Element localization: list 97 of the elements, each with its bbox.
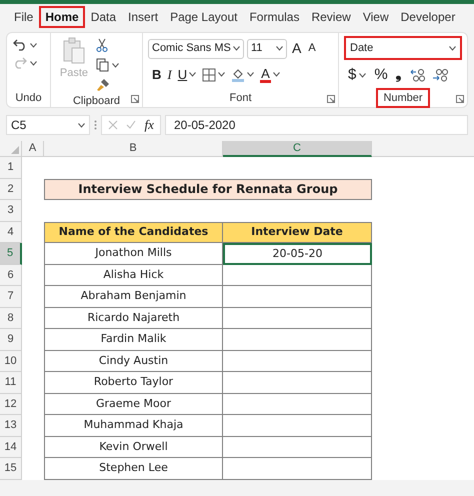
table-cell: Jonathon Mills xyxy=(44,243,223,264)
table-cell: Kevin Orwell xyxy=(44,436,223,458)
undo-icon[interactable] xyxy=(13,39,27,51)
table-cell: Stephen Lee xyxy=(44,458,223,480)
font-color-button[interactable]: A xyxy=(260,66,271,83)
currency-button[interactable]: $ xyxy=(348,64,356,86)
caret-icon xyxy=(218,72,226,78)
caret-icon xyxy=(359,72,366,78)
caret-icon xyxy=(189,72,196,78)
header-cell: Interview Date xyxy=(223,222,372,243)
table-cell[interactable] xyxy=(223,308,372,329)
copy-icon[interactable] xyxy=(96,58,109,72)
comma-style-button[interactable]: ❟ xyxy=(396,64,402,86)
caret-icon xyxy=(272,72,280,78)
row-header[interactable]: 12 xyxy=(0,394,22,415)
italic-button[interactable]: I xyxy=(167,65,172,84)
group-label: Clipboard xyxy=(72,94,122,109)
row-header[interactable]: 13 xyxy=(0,415,22,436)
scissors-icon[interactable] xyxy=(96,38,108,52)
caret-icon xyxy=(449,46,456,50)
table-cell: Abraham Benjamin xyxy=(44,286,223,308)
ribbon-tab[interactable]: Data xyxy=(84,6,122,28)
underline-button[interactable]: U xyxy=(178,65,188,84)
ribbon-tab[interactable]: Developer xyxy=(394,6,462,28)
ribbon-tab[interactable]: View xyxy=(356,6,395,28)
column-header[interactable]: C xyxy=(223,141,372,157)
paintbrush-icon[interactable] xyxy=(96,78,110,92)
caret-icon xyxy=(112,62,119,68)
row-header[interactable]: 8 xyxy=(0,308,22,329)
table-cell[interactable] xyxy=(223,415,372,436)
caret-icon xyxy=(247,72,254,78)
table-cell[interactable] xyxy=(223,350,372,372)
bold-button[interactable]: B xyxy=(152,65,162,84)
dialog-launcher-icon[interactable] xyxy=(327,95,335,103)
number-format-field[interactable]: Date xyxy=(344,36,462,60)
name-box[interactable]: C5 xyxy=(6,115,90,135)
percent-button[interactable]: % xyxy=(374,64,388,86)
table-cell[interactable]: 20-05-20 xyxy=(223,243,372,264)
row-header[interactable]: 4 xyxy=(0,222,22,243)
grow-font-button[interactable]: A xyxy=(290,38,304,59)
clipboard-icon xyxy=(62,37,86,65)
ribbon-tab[interactable]: Formulas xyxy=(243,6,306,28)
table-cell: Fardin Malik xyxy=(44,329,223,350)
decrease-decimal-icon[interactable] xyxy=(432,68,448,82)
table-cell[interactable] xyxy=(223,436,372,458)
font-size-field[interactable]: 11 xyxy=(247,38,287,58)
table-cell[interactable] xyxy=(223,286,372,308)
insert-function-button[interactable]: fx xyxy=(144,115,154,135)
table-cell[interactable] xyxy=(223,458,372,480)
caret-icon xyxy=(30,60,37,66)
table-cell: Ricardo Najareth xyxy=(44,308,223,329)
row-header[interactable]: 15 xyxy=(0,458,22,480)
table-cell: Graeme Moor xyxy=(44,394,223,415)
table-cell: Roberto Taylor xyxy=(44,372,223,394)
check-icon[interactable] xyxy=(126,120,136,130)
dialog-launcher-icon[interactable] xyxy=(131,95,139,103)
shrink-font-button[interactable]: A xyxy=(306,40,318,57)
row-header[interactable]: 7 xyxy=(0,286,22,308)
column-header[interactable]: B xyxy=(44,141,223,157)
ribbon-tab[interactable]: Page Layout xyxy=(164,6,244,28)
dialog-launcher-icon[interactable] xyxy=(456,95,464,103)
ribbon-tab[interactable]: Review xyxy=(305,6,357,28)
row-header[interactable]: 14 xyxy=(0,436,22,458)
caret-icon xyxy=(30,42,37,48)
fill-bucket-icon[interactable] xyxy=(231,68,246,82)
group-label: Number xyxy=(376,88,430,108)
title-cell: Interview Schedule for Rennata Group xyxy=(44,178,372,200)
caret-icon xyxy=(276,46,283,51)
table-cell[interactable] xyxy=(223,264,372,286)
row-header[interactable]: 6 xyxy=(0,264,22,286)
formula-input[interactable]: 20-05-2020 xyxy=(165,115,468,135)
row-header[interactable]: 2 xyxy=(0,178,22,200)
header-cell: Name of the Candidates xyxy=(44,222,223,243)
row-header[interactable]: 10 xyxy=(0,350,22,372)
table-cell: Muhammad Khaja xyxy=(44,415,223,436)
table-cell[interactable] xyxy=(223,394,372,415)
row-header[interactable]: 5 xyxy=(0,243,22,264)
ribbon-tab[interactable]: File xyxy=(8,6,40,28)
caret-icon xyxy=(233,46,240,51)
column-header[interactable]: A xyxy=(22,141,44,157)
table-cell: Alisha Hick xyxy=(44,264,223,286)
caret-icon xyxy=(78,122,85,128)
group-label: Undo xyxy=(14,90,43,106)
more-icon xyxy=(94,120,97,130)
table-cell: Cindy Austin xyxy=(44,350,223,372)
row-header[interactable]: 1 xyxy=(0,157,22,178)
row-header[interactable]: 11 xyxy=(0,372,22,394)
ribbon-tab[interactable]: Insert xyxy=(122,6,164,28)
font-name-field[interactable]: Comic Sans MS xyxy=(148,38,244,58)
row-header[interactable]: 3 xyxy=(0,200,22,222)
increase-decimal-icon[interactable] xyxy=(410,68,426,82)
table-cell[interactable] xyxy=(223,329,372,350)
ribbon-tab[interactable]: Home xyxy=(39,6,85,28)
borders-icon[interactable] xyxy=(202,68,216,82)
group-label: Font xyxy=(228,90,252,106)
row-header[interactable]: 9 xyxy=(0,329,22,350)
table-cell[interactable] xyxy=(223,372,372,394)
